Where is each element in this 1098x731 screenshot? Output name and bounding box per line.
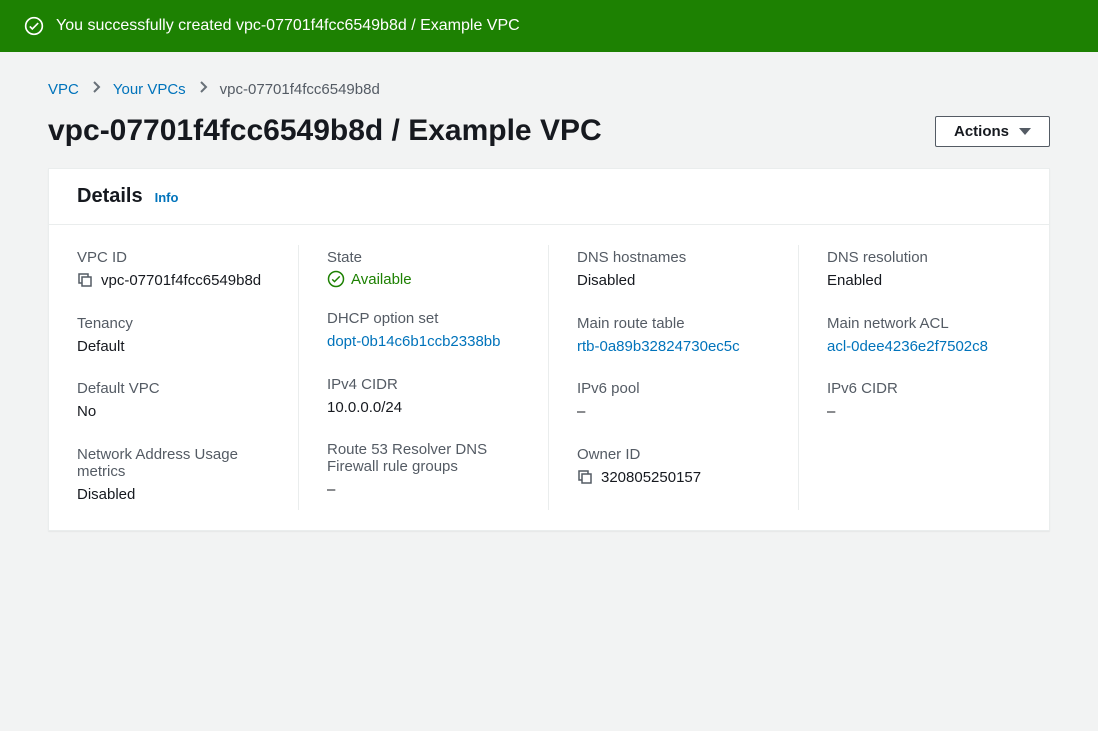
- field-value: vpc-07701f4fcc6549b8d: [101, 270, 261, 293]
- field-label: VPC ID: [77, 249, 270, 266]
- chevron-right-icon: [198, 80, 208, 98]
- success-check-icon: [24, 16, 44, 36]
- field-value: Disabled: [577, 270, 770, 293]
- field-value: Disabled: [77, 484, 270, 507]
- field-default-vpc: Default VPC No: [77, 380, 270, 424]
- field-label: DNS resolution: [827, 249, 1021, 266]
- copy-icon[interactable]: [77, 272, 93, 291]
- success-banner: You successfully created vpc-07701f4fcc6…: [0, 0, 1098, 52]
- field-label: DNS hostnames: [577, 249, 770, 266]
- caret-down-icon: [1019, 128, 1031, 135]
- check-circle-icon: [327, 270, 345, 288]
- field-dhcp: DHCP option set dopt-0b14c6b1ccb2338bb: [327, 310, 520, 354]
- field-value: –: [577, 401, 770, 424]
- field-label: Main network ACL: [827, 315, 1021, 332]
- field-value: –: [827, 401, 1021, 424]
- field-label: IPv4 CIDR: [327, 376, 520, 393]
- details-col-3: DNS hostnames Disabled Main route table …: [549, 245, 799, 510]
- field-value: 320805250157: [601, 467, 701, 490]
- field-label: Network Address Usage metrics: [77, 446, 270, 480]
- field-main-route-table: Main route table rtb-0a89b32824730ec5c: [577, 315, 770, 359]
- field-owner-id: Owner ID 320805250157: [577, 446, 770, 490]
- field-state: State Available: [327, 249, 520, 288]
- field-value: –: [327, 479, 520, 502]
- field-value: No: [77, 401, 270, 424]
- chevron-right-icon: [91, 80, 101, 98]
- field-dns-resolution: DNS resolution Enabled: [827, 249, 1021, 293]
- field-ipv6-cidr: IPv6 CIDR –: [827, 380, 1021, 424]
- field-label: Route 53 Resolver DNS Firewall rule grou…: [327, 441, 520, 475]
- field-value: Enabled: [827, 270, 1021, 293]
- details-title: Details: [77, 185, 143, 208]
- main-route-table-link[interactable]: rtb-0a89b32824730ec5c: [577, 338, 740, 355]
- field-value: Available: [351, 271, 412, 288]
- details-panel-header: Details Info: [49, 169, 1049, 225]
- info-link[interactable]: Info: [155, 190, 179, 205]
- details-panel: Details Info VPC ID vpc-07701f4fcc6549b8…: [48, 168, 1050, 531]
- field-label: DHCP option set: [327, 310, 520, 327]
- field-dns-hostnames: DNS hostnames Disabled: [577, 249, 770, 293]
- field-label: IPv6 CIDR: [827, 380, 1021, 397]
- field-label: State: [327, 249, 520, 266]
- details-col-4: DNS resolution Enabled Main network ACL …: [799, 245, 1049, 510]
- details-col-2: State Available DHCP option set dopt-0b1…: [299, 245, 549, 510]
- field-value: 10.0.0.0/24: [327, 397, 520, 420]
- field-r53-firewall: Route 53 Resolver DNS Firewall rule grou…: [327, 441, 520, 502]
- field-label: Default VPC: [77, 380, 270, 397]
- copy-icon[interactable]: [577, 469, 593, 488]
- dhcp-link[interactable]: dopt-0b14c6b1ccb2338bb: [327, 333, 500, 350]
- field-value: Default: [77, 336, 270, 359]
- actions-button[interactable]: Actions: [935, 116, 1050, 147]
- field-ipv4-cidr: IPv4 CIDR 10.0.0.0/24: [327, 376, 520, 420]
- actions-label: Actions: [954, 123, 1009, 140]
- field-label: Owner ID: [577, 446, 770, 463]
- breadcrumb-root[interactable]: VPC: [48, 81, 79, 98]
- field-label: IPv6 pool: [577, 380, 770, 397]
- success-message: You successfully created vpc-07701f4fcc6…: [56, 17, 520, 35]
- page-title: vpc-07701f4fcc6549b8d / Example VPC: [48, 114, 602, 148]
- field-ipv6-pool: IPv6 pool –: [577, 380, 770, 424]
- field-main-nacl: Main network ACL acl-0dee4236e2f7502c8: [827, 315, 1021, 359]
- field-label: Tenancy: [77, 315, 270, 332]
- field-tenancy: Tenancy Default: [77, 315, 270, 359]
- field-label: Main route table: [577, 315, 770, 332]
- breadcrumb-current: vpc-07701f4fcc6549b8d: [220, 81, 380, 98]
- field-vpc-id: VPC ID vpc-07701f4fcc6549b8d: [77, 249, 270, 293]
- breadcrumb-your-vpcs[interactable]: Your VPCs: [113, 81, 186, 98]
- breadcrumb: VPC Your VPCs vpc-07701f4fcc6549b8d: [48, 80, 1050, 98]
- main-nacl-link[interactable]: acl-0dee4236e2f7502c8: [827, 338, 988, 355]
- details-col-1: VPC ID vpc-07701f4fcc6549b8d Tenancy Def…: [49, 245, 299, 510]
- field-nau-metrics: Network Address Usage metrics Disabled: [77, 446, 270, 507]
